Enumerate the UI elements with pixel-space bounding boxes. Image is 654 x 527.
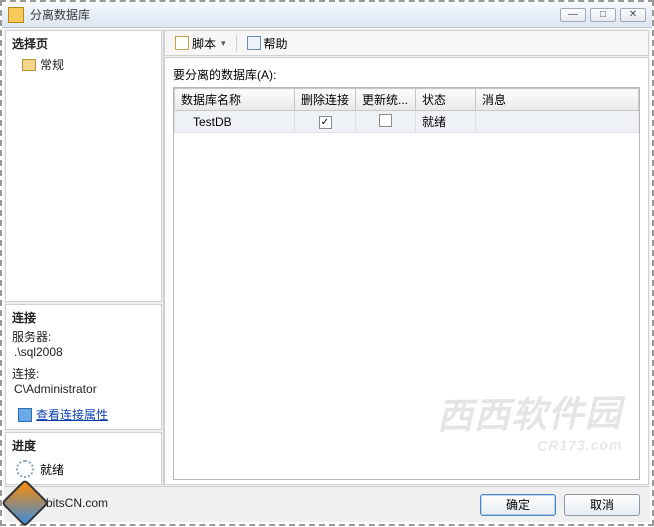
window-controls: — □ ✕ (560, 8, 646, 22)
progress-title: 进度 (12, 437, 155, 456)
drop-conn-checkbox[interactable]: ✓ (319, 116, 332, 129)
col-message[interactable]: 消息 (476, 89, 639, 111)
cancel-button[interactable]: 取消 (564, 494, 640, 516)
ok-button[interactable]: 确定 (480, 494, 556, 516)
chevron-down-icon: ▾ (219, 38, 226, 49)
progress-status: 就绪 (40, 461, 64, 478)
conn-label: 连接: (12, 365, 155, 382)
maximize-button[interactable]: □ (590, 8, 616, 22)
toolbar-separator (236, 35, 237, 51)
cell-update-stats[interactable] (356, 111, 416, 133)
progress-section: 进度 就绪 (5, 432, 162, 485)
progress-spinner-icon (16, 460, 34, 478)
databases-table: 数据库名称 删除连接 更新统... 状态 消息 TestDB (174, 88, 639, 133)
titlebar: 分离数据库 — □ ✕ (2, 2, 652, 28)
dialog-button-row: 确定 取消 (4, 486, 650, 522)
databases-grid[interactable]: 数据库名称 删除连接 更新统... 状态 消息 TestDB (173, 87, 640, 480)
conn-value: C\Administrator (12, 382, 155, 402)
minimize-button[interactable]: — (560, 8, 586, 22)
col-drop-conn[interactable]: 删除连接 (295, 89, 356, 111)
select-page-title: 选择页 (12, 35, 155, 54)
view-connection-properties[interactable]: 查看连接属性 (12, 402, 155, 423)
help-button[interactable]: 帮助 (243, 33, 292, 54)
main-panel: 要分离的数据库(A): 数据库名称 删除连接 更新统... 状态 消息 (164, 57, 649, 485)
left-pane: 选择页 常规 连接 服务器: .\sql2008 连接: C\Administr… (4, 29, 164, 486)
close-button[interactable]: ✕ (620, 8, 646, 22)
col-update-stats[interactable]: 更新统... (356, 89, 416, 111)
select-page-section: 选择页 常规 (5, 30, 162, 302)
cell-message (476, 111, 639, 133)
right-pane: 脚本 ▾ 帮助 要分离的数据库(A): 数据库名称 删除连 (164, 29, 650, 486)
update-stats-checkbox[interactable] (379, 114, 392, 127)
properties-icon (18, 408, 32, 422)
page-icon (22, 59, 36, 71)
sidebar-item-label: 常规 (40, 56, 64, 73)
server-value: .\sql2008 (12, 345, 155, 365)
table-row[interactable]: TestDB ✓ 就绪 (175, 111, 639, 133)
cell-db-name: TestDB (175, 111, 295, 133)
dialog-body: 选择页 常规 连接 服务器: .\sql2008 连接: C\Administr… (4, 29, 650, 522)
connection-title: 连接 (12, 309, 155, 328)
col-db-name[interactable]: 数据库名称 (175, 89, 295, 111)
toolbar: 脚本 ▾ 帮助 (164, 30, 649, 56)
script-icon (175, 36, 189, 50)
sidebar-item-general[interactable]: 常规 (12, 54, 155, 75)
view-connection-properties-link[interactable]: 查看连接属性 (36, 406, 108, 423)
window-title: 分离数据库 (30, 6, 560, 23)
help-label: 帮助 (264, 35, 288, 52)
table-header-row: 数据库名称 删除连接 更新统... 状态 消息 (175, 89, 639, 111)
script-label: 脚本 (192, 35, 216, 52)
server-label: 服务器: (12, 328, 155, 345)
content-row: 选择页 常规 连接 服务器: .\sql2008 连接: C\Administr… (4, 29, 650, 486)
col-status[interactable]: 状态 (416, 89, 476, 111)
detach-prompt-label: 要分离的数据库(A): (173, 66, 640, 87)
help-icon (247, 36, 261, 50)
cell-drop-conn[interactable]: ✓ (295, 111, 356, 133)
cell-status: 就绪 (416, 111, 476, 133)
app-icon (8, 7, 24, 23)
connection-section: 连接 服务器: .\sql2008 连接: C\Administrator 查看… (5, 304, 162, 430)
script-button[interactable]: 脚本 ▾ (171, 33, 230, 54)
